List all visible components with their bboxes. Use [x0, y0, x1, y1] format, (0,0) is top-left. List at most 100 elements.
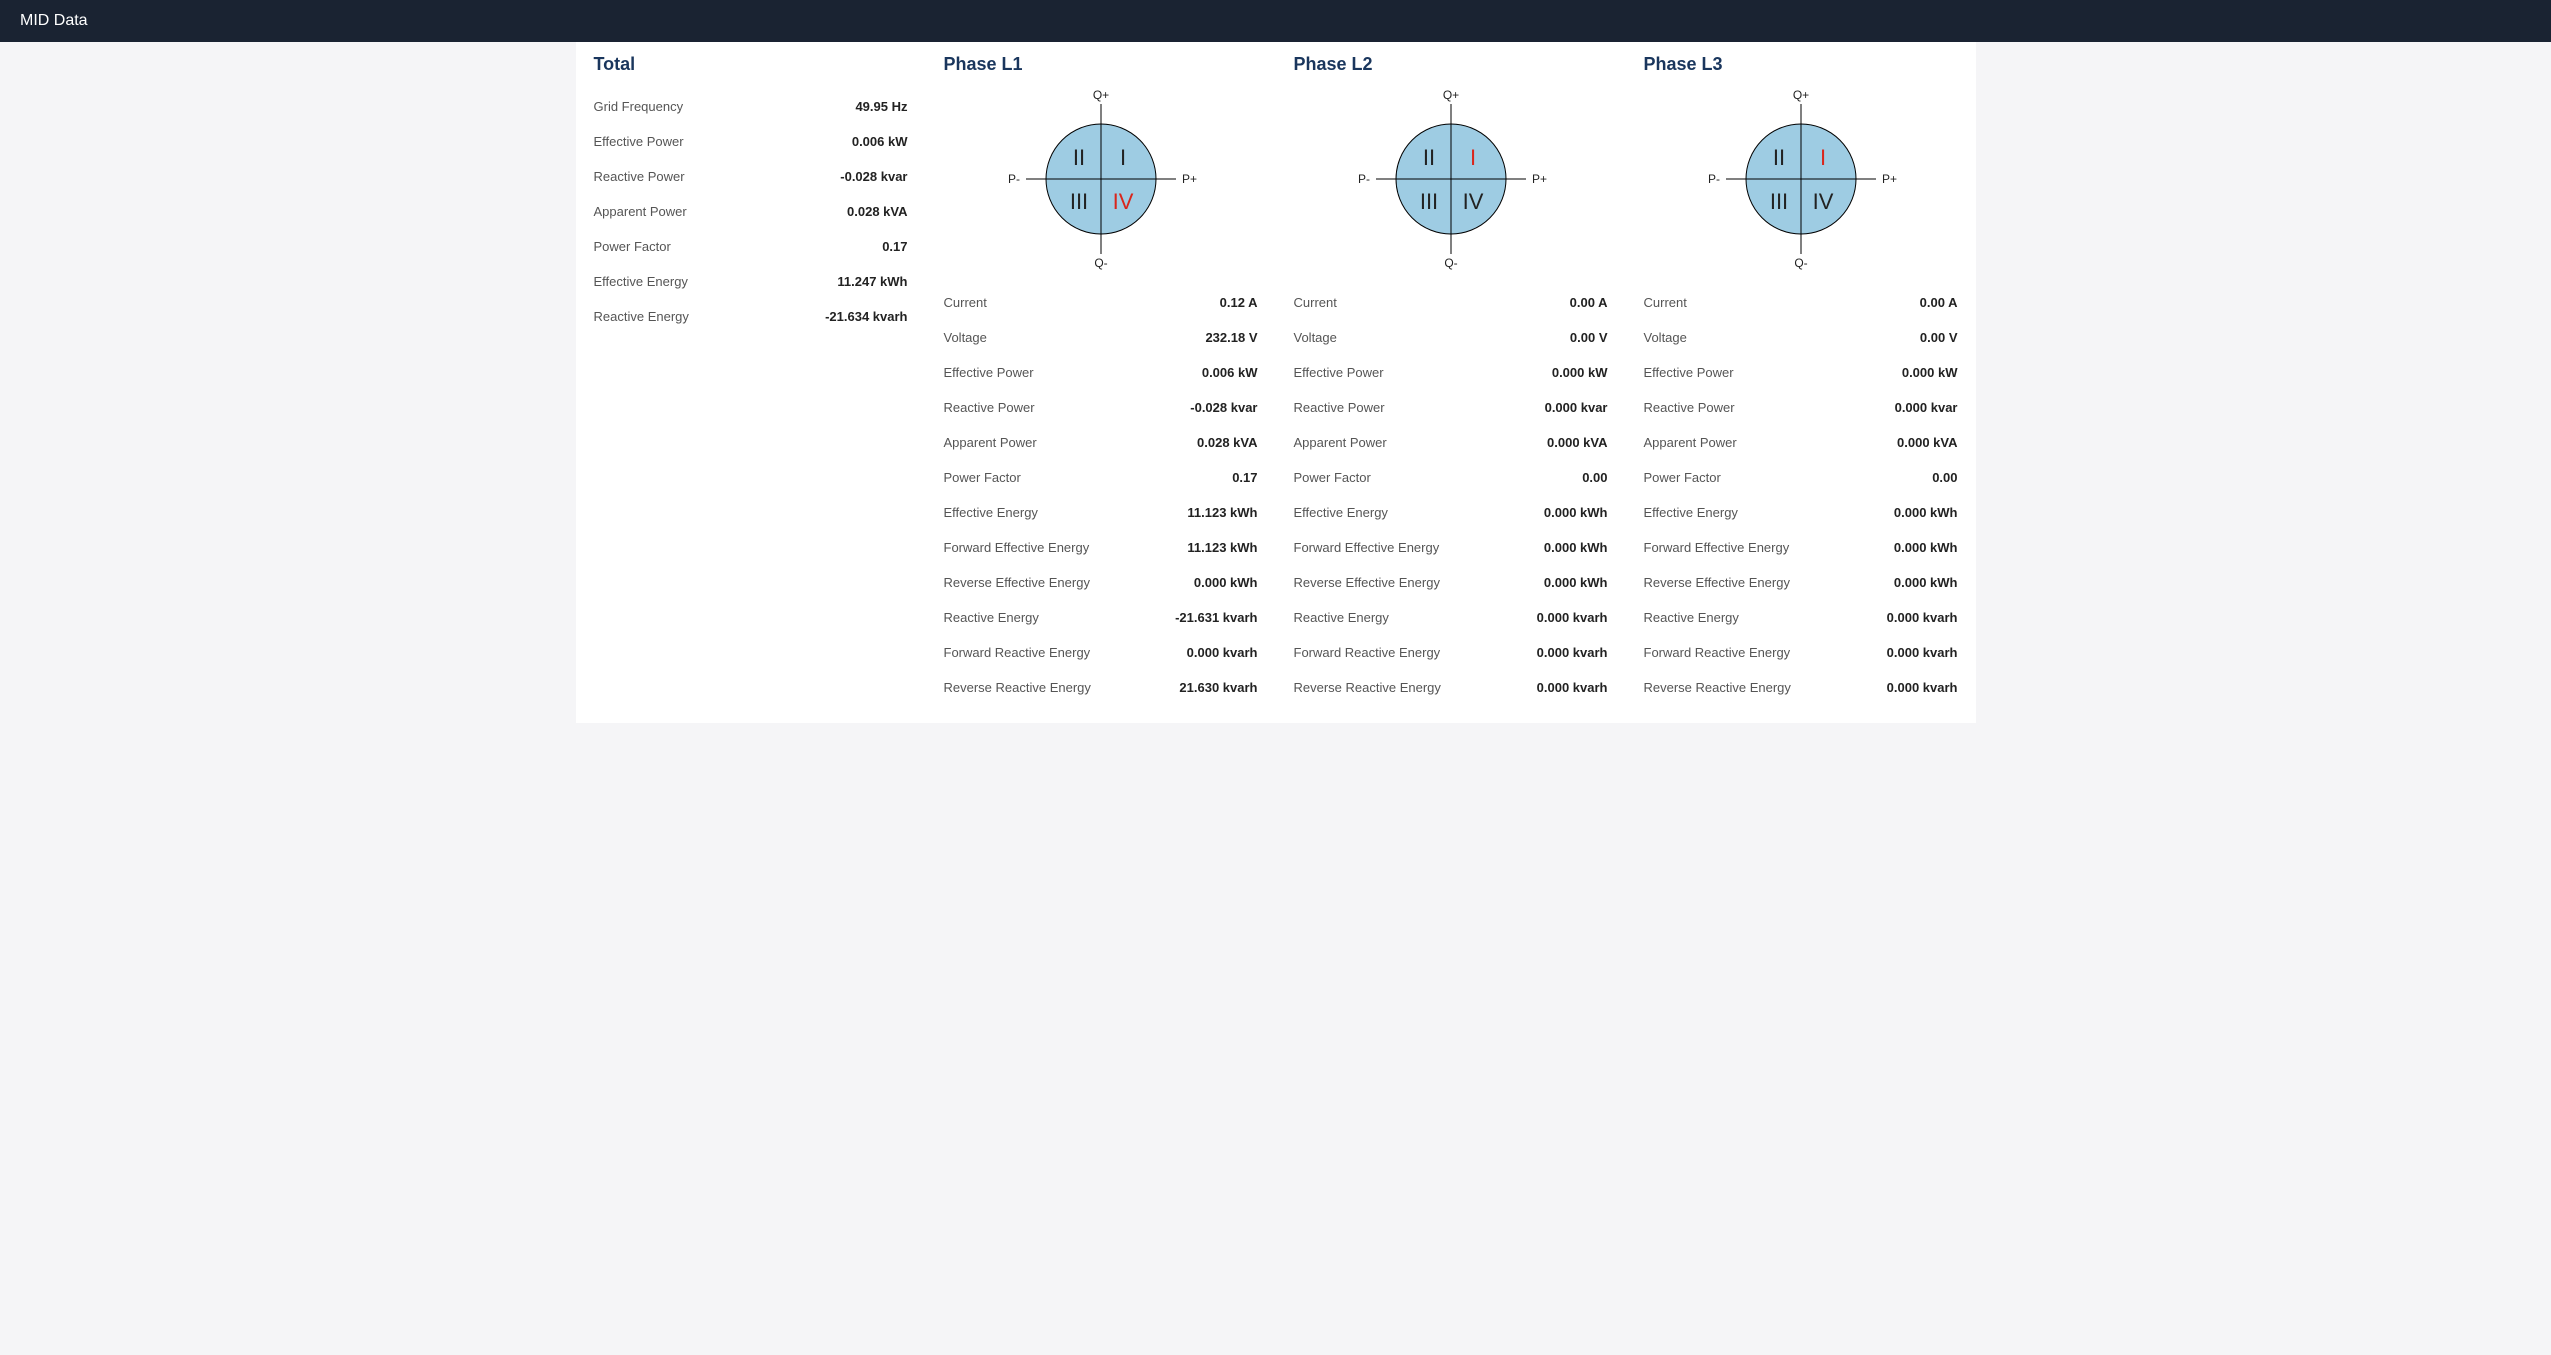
- axis-label-q-minus: Q-: [1794, 256, 1807, 270]
- data-row: Reverse Reactive Energy 21.630 kvarh: [944, 670, 1258, 705]
- data-row-label: Power Factor: [1294, 470, 1371, 485]
- data-row-value: 49.95 Hz: [855, 99, 907, 114]
- data-row-value: 0.000 kvar: [1545, 400, 1608, 415]
- data-row: Reverse Reactive Energy 0.000 kvarh: [1294, 670, 1608, 705]
- data-row-label: Reverse Effective Energy: [944, 575, 1090, 590]
- data-row: Current 0.00 A: [1644, 285, 1958, 320]
- data-row-value: 0.000 kW: [1902, 365, 1958, 380]
- quadrant-roman-4: IV: [1812, 189, 1833, 214]
- data-row-label: Reactive Power: [594, 169, 685, 184]
- quadrant-roman-4: IV: [1462, 189, 1483, 214]
- data-row: Forward Effective Energy 0.000 kWh: [1294, 530, 1608, 565]
- data-row: Reactive Power 0.000 kvar: [1644, 390, 1958, 425]
- data-row: Forward Effective Energy 0.000 kWh: [1644, 530, 1958, 565]
- data-row-label: Reactive Power: [1294, 400, 1385, 415]
- data-row: Reverse Effective Energy 0.000 kWh: [1644, 565, 1958, 600]
- data-row-label: Reactive Energy: [594, 309, 689, 324]
- data-row-label: Reverse Reactive Energy: [944, 680, 1091, 695]
- data-row-value: 11.123 kWh: [1187, 505, 1257, 520]
- data-row: Effective Energy 11.247 kWh: [594, 264, 908, 299]
- data-row-value: 0.000 kVA: [1547, 435, 1607, 450]
- data-row-value: 11.123 kWh: [1187, 540, 1257, 555]
- data-row-value: 0.000 kWh: [1544, 575, 1608, 590]
- data-row-label: Reactive Energy: [1294, 610, 1389, 625]
- axis-label-p-minus: P-: [1358, 172, 1370, 186]
- data-row-label: Power Factor: [1644, 470, 1721, 485]
- col-phase-title: Phase L3: [1644, 54, 1958, 75]
- data-row-label: Effective Power: [944, 365, 1034, 380]
- data-row-value: 0.006 kW: [852, 134, 908, 149]
- data-row-label: Reactive Energy: [944, 610, 1039, 625]
- data-row: Effective Energy 0.000 kWh: [1644, 495, 1958, 530]
- data-row-value: 0.000 kvarh: [1537, 680, 1608, 695]
- data-row: Power Factor 0.00: [1294, 460, 1608, 495]
- col-phase-title: Phase L1: [944, 54, 1258, 75]
- data-row-label: Reactive Energy: [1644, 610, 1739, 625]
- quadrant-diagram: Q+ Q- P+ P- I II III IV: [944, 89, 1258, 269]
- data-row-label: Apparent Power: [594, 204, 687, 219]
- data-row-value: 0.00 V: [1920, 330, 1958, 345]
- axis-label-q-plus: Q+: [1092, 88, 1108, 102]
- data-row-value: 0.17: [882, 239, 907, 254]
- total-rows: Grid Frequency 49.95 Hz Effective Power …: [594, 89, 908, 334]
- data-row-label: Apparent Power: [1644, 435, 1737, 450]
- data-row: Power Factor 0.00: [1644, 460, 1958, 495]
- data-row: Reverse Reactive Energy 0.000 kvarh: [1644, 670, 1958, 705]
- data-row: Reactive Energy 0.000 kvarh: [1644, 600, 1958, 635]
- data-row-value: 0.00 A: [1920, 295, 1958, 310]
- data-row-value: 0.000 kWh: [1544, 505, 1608, 520]
- data-row: Apparent Power 0.028 kVA: [944, 425, 1258, 460]
- data-row: Effective Power 0.006 kW: [944, 355, 1258, 390]
- data-row: Forward Effective Energy 11.123 kWh: [944, 530, 1258, 565]
- col-phase: Phase L2 Q+ Q- P+ P- I II III IV Current…: [1276, 42, 1626, 723]
- data-row-label: Effective Power: [1294, 365, 1384, 380]
- data-row-value: 0.000 kvarh: [1887, 610, 1958, 625]
- data-row-label: Voltage: [944, 330, 987, 345]
- data-row-value: 0.000 kWh: [1894, 505, 1958, 520]
- data-row-value: 0.000 kWh: [1544, 540, 1608, 555]
- quadrant-roman-3: III: [1419, 189, 1437, 214]
- axis-label-p-minus: P-: [1008, 172, 1020, 186]
- quadrant-diagram: Q+ Q- P+ P- I II III IV: [1294, 89, 1608, 269]
- data-row: Reverse Effective Energy 0.000 kWh: [1294, 565, 1608, 600]
- data-row-label: Forward Reactive Energy: [1644, 645, 1791, 660]
- data-row: Effective Power 0.006 kW: [594, 124, 908, 159]
- data-row-value: 0.000 kvarh: [1887, 680, 1958, 695]
- data-row: Power Factor 0.17: [944, 460, 1258, 495]
- phase-rows: Current 0.12 A Voltage 232.18 V Effectiv…: [944, 285, 1258, 705]
- data-row: Apparent Power 0.000 kVA: [1294, 425, 1608, 460]
- data-row-label: Reverse Effective Energy: [1644, 575, 1790, 590]
- data-row-value: 0.000 kWh: [1194, 575, 1258, 590]
- col-total-title: Total: [594, 54, 908, 75]
- data-row-label: Apparent Power: [944, 435, 1037, 450]
- data-row: Apparent Power 0.000 kVA: [1644, 425, 1958, 460]
- data-row: Forward Reactive Energy 0.000 kvarh: [1294, 635, 1608, 670]
- header: MID Data: [0, 0, 2551, 42]
- quadrant-roman-3: III: [1069, 189, 1087, 214]
- data-row: Current 0.12 A: [944, 285, 1258, 320]
- data-row-label: Voltage: [1644, 330, 1687, 345]
- data-row-label: Reverse Reactive Energy: [1644, 680, 1791, 695]
- data-row-value: -21.634 kvarh: [825, 309, 907, 324]
- data-row: Reactive Energy -21.634 kvarh: [594, 299, 908, 334]
- col-total: Total Grid Frequency 49.95 Hz Effective …: [576, 42, 926, 723]
- data-row-value: 232.18 V: [1205, 330, 1257, 345]
- quadrant-roman-2: II: [1422, 145, 1434, 170]
- data-row: Apparent Power 0.028 kVA: [594, 194, 908, 229]
- main-content: Total Grid Frequency 49.95 Hz Effective …: [576, 42, 1976, 723]
- axis-label-q-plus: Q+: [1792, 88, 1808, 102]
- data-row: Effective Power 0.000 kW: [1294, 355, 1608, 390]
- data-row-value: 0.000 kWh: [1894, 575, 1958, 590]
- data-row: Effective Energy 0.000 kWh: [1294, 495, 1608, 530]
- data-row-label: Forward Effective Energy: [1294, 540, 1440, 555]
- data-row-label: Effective Power: [594, 134, 684, 149]
- data-row-value: 0.000 kvarh: [1887, 645, 1958, 660]
- data-row-label: Voltage: [1294, 330, 1337, 345]
- col-phase-title: Phase L2: [1294, 54, 1608, 75]
- axis-label-p-minus: P-: [1708, 172, 1720, 186]
- data-row: Reactive Power 0.000 kvar: [1294, 390, 1608, 425]
- data-row-label: Current: [1644, 295, 1687, 310]
- data-row-label: Effective Energy: [1644, 505, 1738, 520]
- data-row-label: Apparent Power: [1294, 435, 1387, 450]
- quadrant-svg-icon: Q+ Q- P+ P- I II III IV: [1001, 89, 1201, 269]
